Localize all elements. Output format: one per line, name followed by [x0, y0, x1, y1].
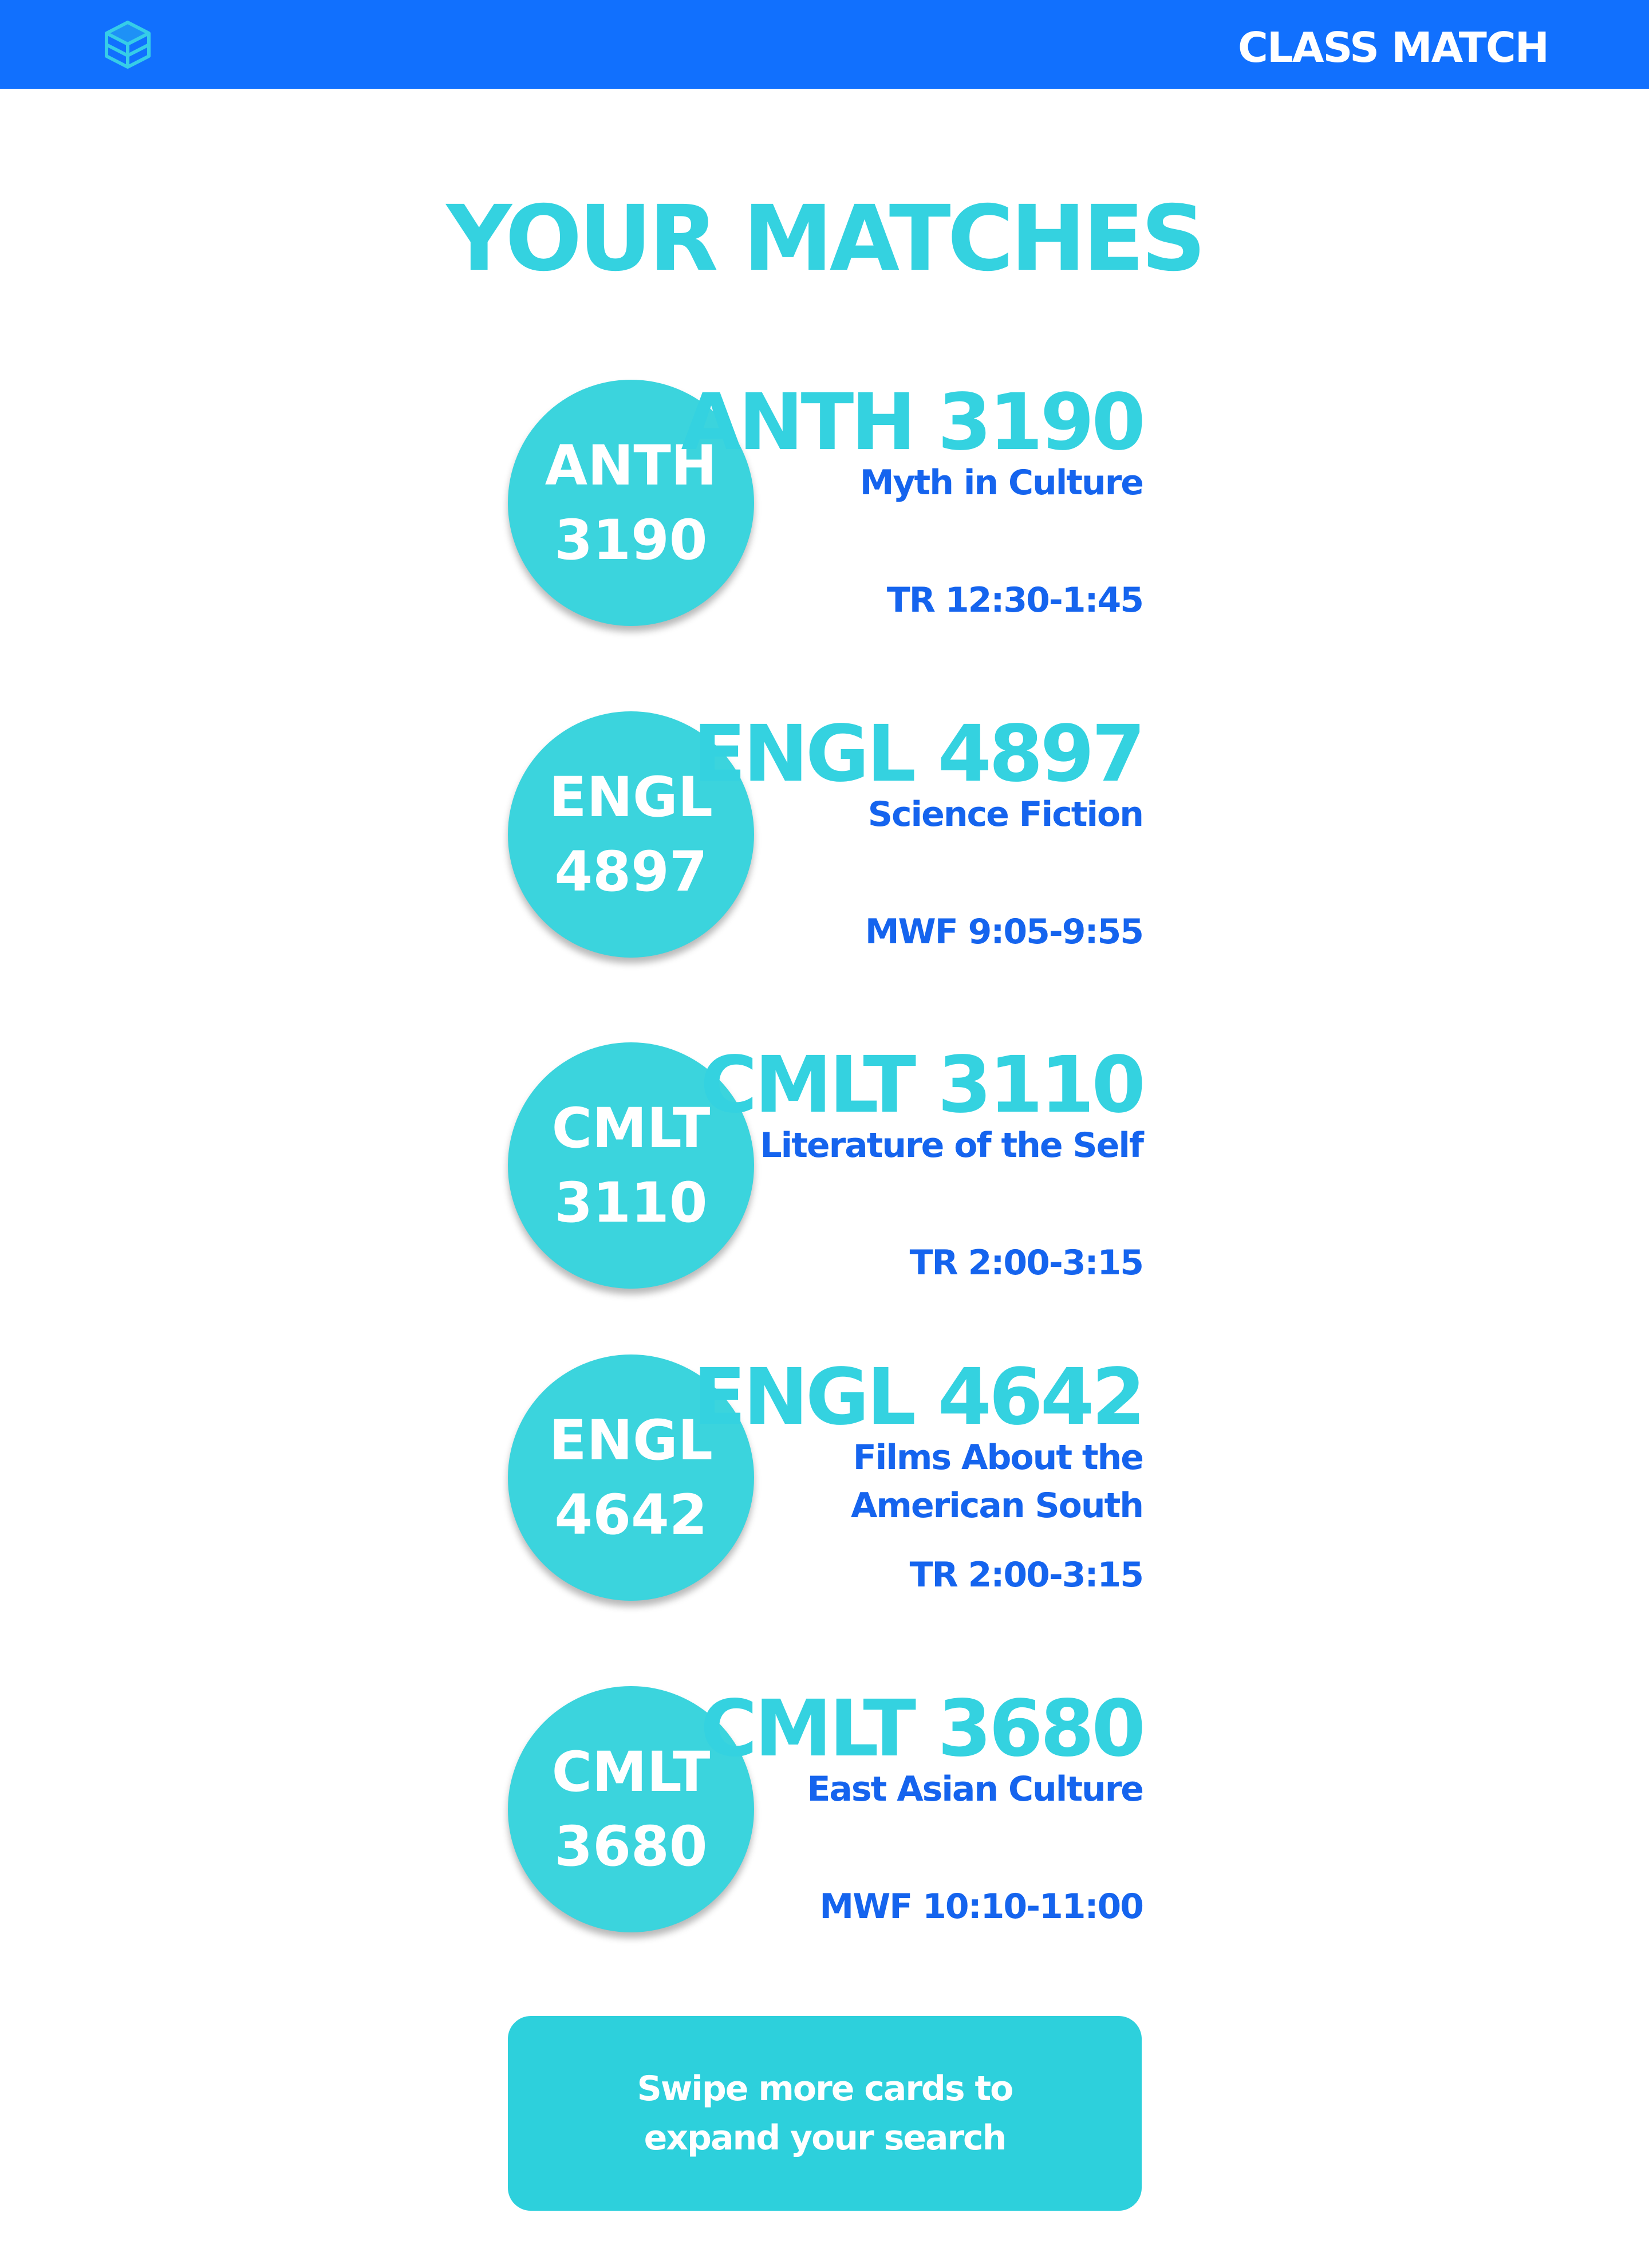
- course-code: CMLT 3680: [700, 1684, 1146, 1774]
- cta-line-1: Swipe more cards to: [637, 2069, 1014, 2109]
- course-code: ENGL 4642: [693, 1352, 1146, 1443]
- course-time: TR 2:00-3:15: [909, 1243, 1144, 1283]
- matches-list: ANTH 3190 ANTH 3190 Myth in Culture TR 1…: [0, 0, 1649, 2268]
- course-time: MWF 10:10-11:00: [819, 1887, 1144, 1927]
- course-code: ANTH 3190: [681, 377, 1146, 468]
- badge-subject: ENGL: [549, 1408, 713, 1472]
- course-time: TR 2:00-3:15: [909, 1555, 1144, 1595]
- course-time: TR 12:30-1:45: [886, 580, 1144, 620]
- badge-number: 3110: [554, 1171, 708, 1235]
- badge-number: 4642: [554, 1483, 708, 1547]
- course-name: Myth in Culture: [859, 463, 1144, 503]
- course-name: Science Fiction: [867, 794, 1144, 834]
- badge-number: 4897: [554, 840, 708, 904]
- match-item[interactable]: ANTH 3190 ANTH 3190 Myth in Culture TR 1…: [0, 380, 1649, 632]
- expand-search-button[interactable]: Swipe more cards to expand your search: [508, 2016, 1142, 2211]
- badge-subject: CMLT: [551, 1096, 711, 1160]
- badge-number: 3190: [554, 508, 708, 572]
- course-time: MWF 9:05-9:55: [865, 912, 1144, 952]
- course-name: East Asian Culture: [807, 1769, 1144, 1809]
- match-item[interactable]: ENGL 4897 ENGL 4897 Science Fiction MWF …: [0, 711, 1649, 963]
- course-name: Films About the American South: [850, 1438, 1144, 1526]
- badge-subject: ENGL: [549, 765, 713, 829]
- badge-number: 3680: [554, 1814, 708, 1879]
- match-item[interactable]: ENGL 4642 ENGL 4642 Films About the Amer…: [0, 1354, 1649, 1606]
- cta-line-2: expand your search: [644, 2118, 1007, 2158]
- match-item[interactable]: CMLT 3110 CMLT 3110 Literature of the Se…: [0, 1042, 1649, 1294]
- badge-subject: CMLT: [551, 1740, 711, 1804]
- course-code: CMLT 3110: [700, 1040, 1146, 1131]
- course-name: Literature of the Self: [760, 1125, 1144, 1166]
- match-item[interactable]: CMLT 3680 CMLT 3680 East Asian Culture M…: [0, 1686, 1649, 1938]
- course-code: ENGL 4897: [693, 709, 1146, 800]
